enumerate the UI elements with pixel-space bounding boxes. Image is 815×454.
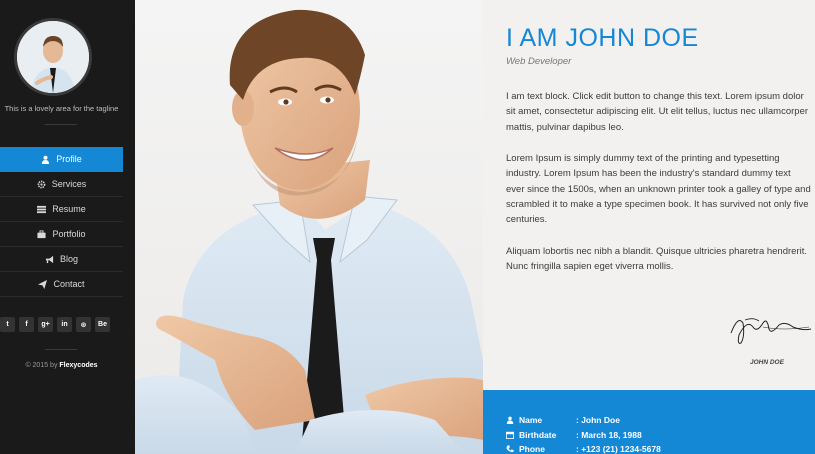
megaphone-icon: [45, 255, 54, 263]
sidebar: This is a lovely area for the tagline Pr…: [0, 0, 135, 454]
personal-info: Name : John Doe Birthdate : March 18, 19…: [483, 390, 815, 454]
google-plus-icon[interactable]: g+: [38, 317, 53, 332]
briefcase-icon: [37, 229, 47, 238]
nav-item-profile[interactable]: Profile: [0, 147, 123, 172]
nav-label: Blog: [59, 254, 78, 264]
info-label: Birthdate: [506, 430, 576, 440]
twitter-icon[interactable]: t: [0, 317, 15, 332]
divider: [45, 124, 77, 125]
user-icon: [42, 155, 50, 164]
facebook-icon[interactable]: f: [19, 317, 34, 332]
info-row-phone: Phone : +123 (21) 1234-5678: [506, 444, 661, 454]
copyright-text: © 2015 by: [25, 362, 60, 369]
profile-photo: [135, 0, 483, 454]
divider: [45, 349, 77, 350]
nav-label: Portfolio: [52, 229, 86, 239]
linkedin-icon[interactable]: in: [57, 317, 72, 332]
info-label: Name: [506, 415, 576, 425]
info-value: : +123 (21) 1234-5678: [576, 444, 661, 454]
signature-name: JOHN DOE: [750, 359, 784, 366]
info-label-text: Birthdate: [519, 430, 557, 440]
nav-label: Profile: [56, 154, 82, 164]
nav-label: Resume: [52, 204, 86, 214]
body-paragraph: Lorem Ipsum is simply dummy text of the …: [506, 153, 811, 226]
job-title: Web Developer: [506, 56, 572, 67]
behance-icon[interactable]: Be: [95, 317, 110, 332]
nav-item-blog[interactable]: Blog: [0, 247, 123, 272]
info-label-text: Name: [519, 415, 543, 425]
paper-plane-icon: [38, 279, 48, 289]
profile-content: I AM JOHN DOE Web Developer I am text bl…: [483, 0, 815, 390]
info-label-text: Phone: [519, 444, 545, 454]
nav-item-portfolio[interactable]: Portfolio: [0, 222, 123, 247]
info-row-birthdate: Birthdate : March 18, 1988: [506, 430, 642, 440]
avatar[interactable]: [14, 18, 92, 96]
info-row-name: Name : John Doe: [506, 415, 620, 425]
nav-item-services[interactable]: Services: [0, 172, 123, 197]
info-value: : John Doe: [576, 415, 620, 425]
tagline: This is a lovely area for the tagline: [4, 104, 119, 113]
page-title: I AM JOHN DOE: [506, 24, 699, 52]
nav-label: Services: [51, 179, 87, 189]
info-value: : March 18, 1988: [576, 430, 642, 440]
copyright-brand[interactable]: Flexycodes: [59, 362, 97, 369]
intro-paragraph: I am text block. Click edit button to ch…: [506, 91, 809, 133]
nav-item-resume[interactable]: Resume: [0, 197, 123, 222]
nav-label: Contact: [53, 279, 85, 289]
main-nav: Profile Services Resume Portfolio Blog C…: [0, 147, 123, 297]
list-icon: [37, 205, 47, 213]
info-label: Phone: [506, 444, 576, 454]
avatar-photo: [17, 21, 89, 93]
dribbble-icon[interactable]: ⊛: [76, 317, 91, 332]
body-paragraph: Aliquam lobortis nec nibh a blandit. Qui…: [506, 246, 807, 273]
nav-item-contact[interactable]: Contact: [0, 272, 123, 297]
copyright: © 2015 by Flexycodes: [0, 362, 123, 369]
profile-photo-illustration: [135, 9, 483, 454]
calendar-icon: [506, 431, 514, 439]
gear-icon: [37, 180, 46, 188]
phone-icon: [506, 445, 514, 453]
user-icon: [506, 416, 514, 424]
signature-image: [730, 318, 812, 344]
social-links: t f g+ in ⊛ Be: [0, 317, 110, 332]
